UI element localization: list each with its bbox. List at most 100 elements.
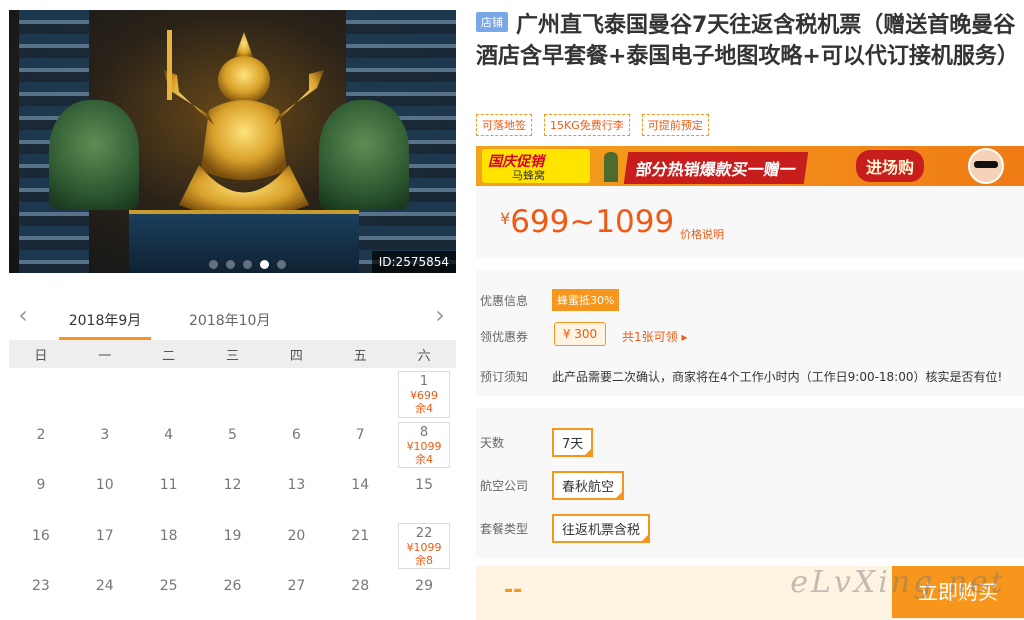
calendar-day-number: 23 (32, 578, 50, 594)
weekday-label: 日 (34, 348, 48, 364)
calendar-day: 28 (328, 570, 392, 620)
calendar-day: 4 (137, 419, 201, 470)
calendar-nav: ‹ 2018年9月 2018年10月 › (9, 298, 456, 340)
price-explanation-link[interactable]: 价格说明 (680, 226, 724, 242)
calendar-day: 17 (73, 520, 137, 571)
calendar-day-number (9, 368, 73, 376)
calendar-day: 20 (264, 520, 328, 571)
airline-label: 航空公司 (480, 479, 529, 493)
weekday-label: 一 (98, 348, 112, 364)
calendar-month-tab-active[interactable]: 2018年9月 (59, 310, 151, 340)
calendar-day-number: 1 (419, 374, 429, 389)
calendar-day-number: 20 (287, 527, 306, 544)
calendar-day-number (328, 368, 392, 376)
calendar-day-number: 25 (159, 578, 178, 594)
calendar-day-number (73, 368, 137, 376)
calendar-day-stock: 余8 (415, 553, 434, 567)
calendar-day: 18 (137, 520, 201, 571)
discount-badge: 蜂蜜抵30% (552, 289, 620, 311)
buy-now-button[interactable]: 立即购买 (892, 566, 1024, 618)
chevron-right-icon[interactable]: › (430, 303, 450, 328)
discount-label: 优惠信息 (480, 294, 529, 308)
promo-cta[interactable]: 进场购 (856, 150, 925, 182)
calendar-day-number: 28 (351, 578, 370, 594)
calendar-day-number: 7 (355, 426, 365, 443)
weekday-label: 四 (289, 348, 303, 364)
carousel-dot[interactable] (226, 260, 235, 269)
calendar-day: 29 (392, 570, 456, 620)
calendar-day-available[interactable]: 1 ¥699 余4 (398, 371, 450, 418)
offer-info: 优惠信息 蜂蜜抵30% 领优惠券 ¥ 300 共1张可领 ▸ 预订须知 此产品需… (476, 270, 1024, 396)
price-box: ¥699~1099 价格说明 (476, 186, 1024, 258)
product-photo[interactable]: ID:2575854 (9, 10, 456, 273)
calendar-day: 7 (328, 419, 392, 470)
calendar-day-number: 3 (100, 426, 110, 443)
promo-slogan: 部分热销爆款买一赠一 (623, 152, 809, 184)
coupon-ticket[interactable]: ¥ 300 (554, 322, 606, 346)
calendar-day: 13 (264, 469, 328, 520)
days-option-selected[interactable]: 7天 (552, 428, 594, 457)
coupon-claim-link[interactable]: 共1张可领 ▸ (622, 328, 687, 345)
coupon-label: 领优惠券 (480, 330, 529, 344)
carousel-dot[interactable] (243, 260, 252, 269)
calendar-day-number: 9 (36, 477, 46, 493)
calendar-day: 2 (9, 419, 73, 470)
calendar-day-number: 27 (287, 578, 306, 594)
calendar-day-stock: 余4 (415, 452, 434, 466)
calendar-day-number: 12 (223, 477, 242, 493)
calendar-day-number: 16 (32, 527, 50, 544)
calendar-day-stock: 余4 (415, 402, 434, 415)
calendar-day-number: 21 (351, 527, 370, 544)
shop-tag[interactable]: 店铺 (476, 12, 508, 32)
calendar-day-available[interactable]: 8 ¥1099 余4 (398, 421, 450, 468)
calendar-day-number: 5 (228, 426, 237, 443)
calendar-day: 21 (328, 520, 392, 571)
calendar-day (9, 368, 73, 419)
calendar-day: 12 (201, 469, 265, 520)
currency-symbol: ¥ (500, 209, 511, 228)
calendar-day: 11 (137, 469, 201, 520)
calendar-day-number: 14 (351, 477, 370, 493)
weekday-label: 六 (417, 348, 431, 364)
calendar-day: 10 (73, 469, 137, 520)
calendar-day: 24 (73, 570, 137, 620)
calendar-day-number: 10 (95, 477, 114, 493)
calendar-day: 14 (328, 469, 392, 520)
calendar-day (137, 368, 201, 419)
promo-logo: 国庆促销 马蜂窝 (482, 149, 590, 183)
promo-banner[interactable]: 国庆促销 马蜂窝 部分热销爆款买一赠一 进场购 (476, 146, 1024, 186)
booking-notice-label: 预订须知 (480, 370, 529, 384)
feature-tag: 可落地签 (476, 114, 532, 136)
calendar-day: 23 (9, 570, 73, 620)
calendar-day-number (264, 368, 328, 376)
calendar-day: 9 (9, 469, 73, 520)
product-title-block: 店铺 广州直飞泰国曼谷7天往返含税机票（赠送首晚曼谷酒店含早套餐+泰国电子地图攻略… (476, 10, 1021, 72)
package-option-selected[interactable]: 往返机票含税 (552, 514, 651, 543)
calendar-weekday-header: 日一二三四五六 (9, 340, 456, 368)
product-title: 广州直飞泰国曼谷7天往返含税机票（赠送首晚曼谷酒店含早套餐+泰国电子地图攻略+可… (476, 13, 1019, 69)
calendar-month-tab[interactable]: 2018年10月 (189, 310, 270, 330)
calendar-day-number: 2 (36, 426, 46, 443)
carousel-dot[interactable] (209, 260, 218, 269)
carousel-dots[interactable] (209, 260, 286, 269)
calendar-day (73, 368, 137, 419)
price-range: ¥699~1099 (500, 204, 674, 240)
calendar-day: 16 (9, 520, 73, 571)
calendar-day-number: 19 (223, 527, 242, 544)
chevron-left-icon[interactable]: ‹ (13, 303, 33, 328)
calendar-day (264, 368, 328, 419)
calendar-day-number (201, 368, 265, 376)
calendar-day (328, 368, 392, 419)
price-value: 699~1099 (510, 204, 675, 240)
buy-bar: -- 立即购买 (476, 566, 1024, 620)
airline-option-selected[interactable]: 春秋航空 (552, 471, 625, 500)
calendar-day-price: ¥1099 (406, 439, 442, 453)
carousel-dot[interactable] (277, 260, 286, 269)
calendar-day: 26 (201, 570, 265, 620)
days-label: 天数 (480, 436, 505, 450)
package-label: 套餐类型 (480, 522, 529, 536)
calendar-day-available[interactable]: 22 ¥1099 余8 (398, 522, 450, 569)
weekday-label: 二 (162, 348, 176, 364)
carousel-dot-active[interactable] (260, 260, 269, 269)
cactus-icon (604, 152, 618, 182)
